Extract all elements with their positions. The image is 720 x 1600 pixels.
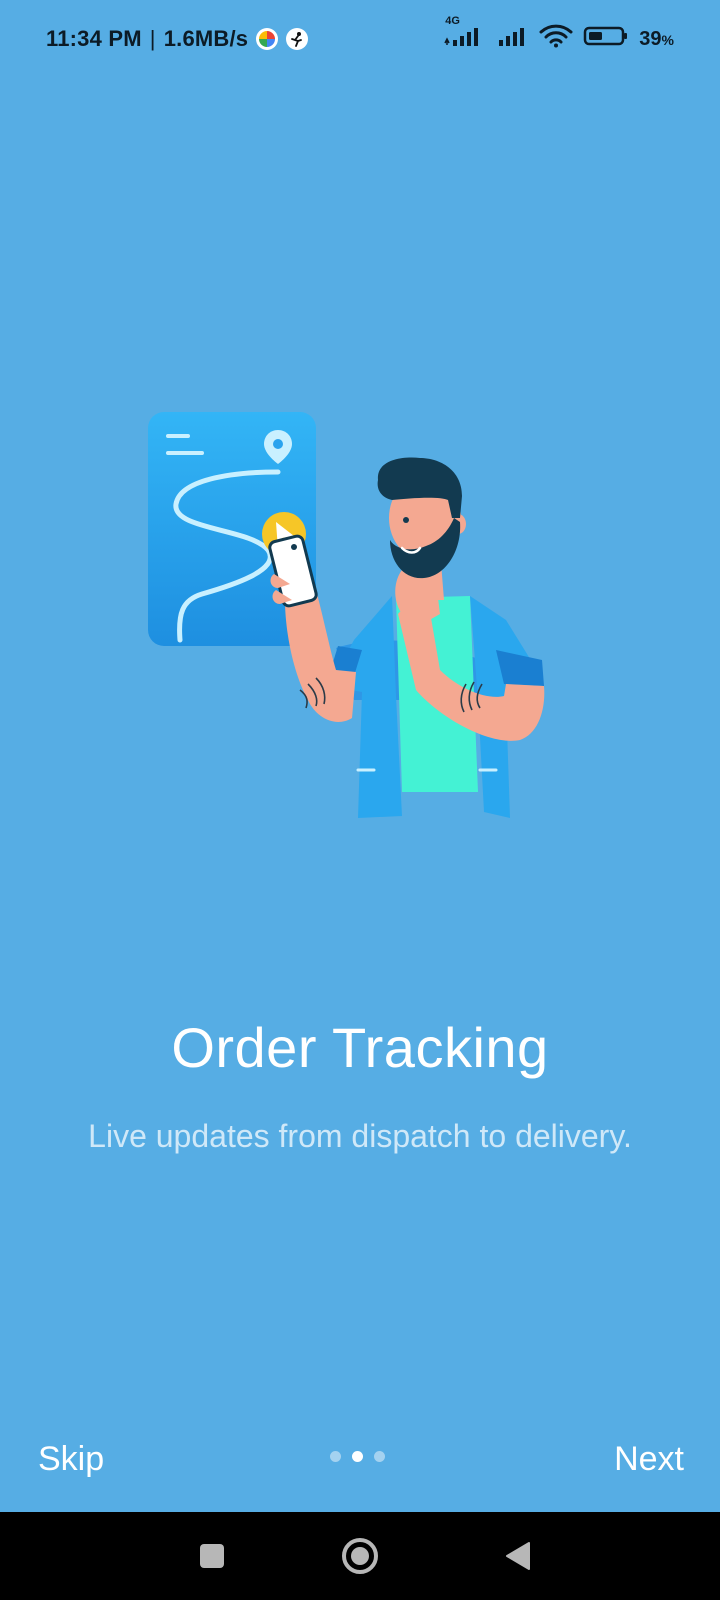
next-button[interactable]: Next [614, 1440, 684, 1479]
onboarding-subtitle: Live updates from dispatch to delivery. [88, 1118, 632, 1154]
square-icon [200, 1544, 224, 1568]
triangle-back-icon [506, 1542, 530, 1570]
runner-icon [286, 28, 309, 50]
recents-button[interactable] [180, 1512, 244, 1600]
status-left: 11:34 PM | 1.6MB/s [46, 26, 309, 52]
battery-level: 39% [639, 27, 674, 50]
signal-icon-2 [497, 25, 529, 53]
page-dot-2-active [352, 1451, 363, 1462]
onboarding-screen: 11:34 PM | 1.6MB/s 4G 39% Order Tracking… [0, 0, 720, 1600]
wifi-icon [539, 24, 573, 54]
battery-icon [583, 25, 629, 53]
page-dot-1 [330, 1451, 341, 1462]
status-bar: 11:34 PM | 1.6MB/s 4G 39% [0, 0, 720, 80]
home-button[interactable] [328, 1512, 392, 1600]
order-tracking-illustration [140, 400, 560, 820]
status-separator: | [149, 26, 156, 51]
skip-button[interactable]: Skip [38, 1440, 104, 1479]
network-type-label: 4G [445, 15, 460, 27]
circle-icon [342, 1538, 378, 1574]
status-right: 4G 39% [443, 15, 674, 54]
page-dot-3 [374, 1451, 385, 1462]
signal-icon: 4G [443, 15, 487, 53]
status-time: 11:34 PM [46, 26, 142, 51]
pinwheel-icon [256, 28, 279, 50]
page-indicator [330, 1451, 385, 1462]
onboarding-title: Order Tracking [171, 1016, 549, 1079]
navigation-bar [0, 1512, 720, 1600]
status-speed: 1.6MB/s [163, 26, 249, 51]
back-button[interactable] [486, 1512, 550, 1600]
